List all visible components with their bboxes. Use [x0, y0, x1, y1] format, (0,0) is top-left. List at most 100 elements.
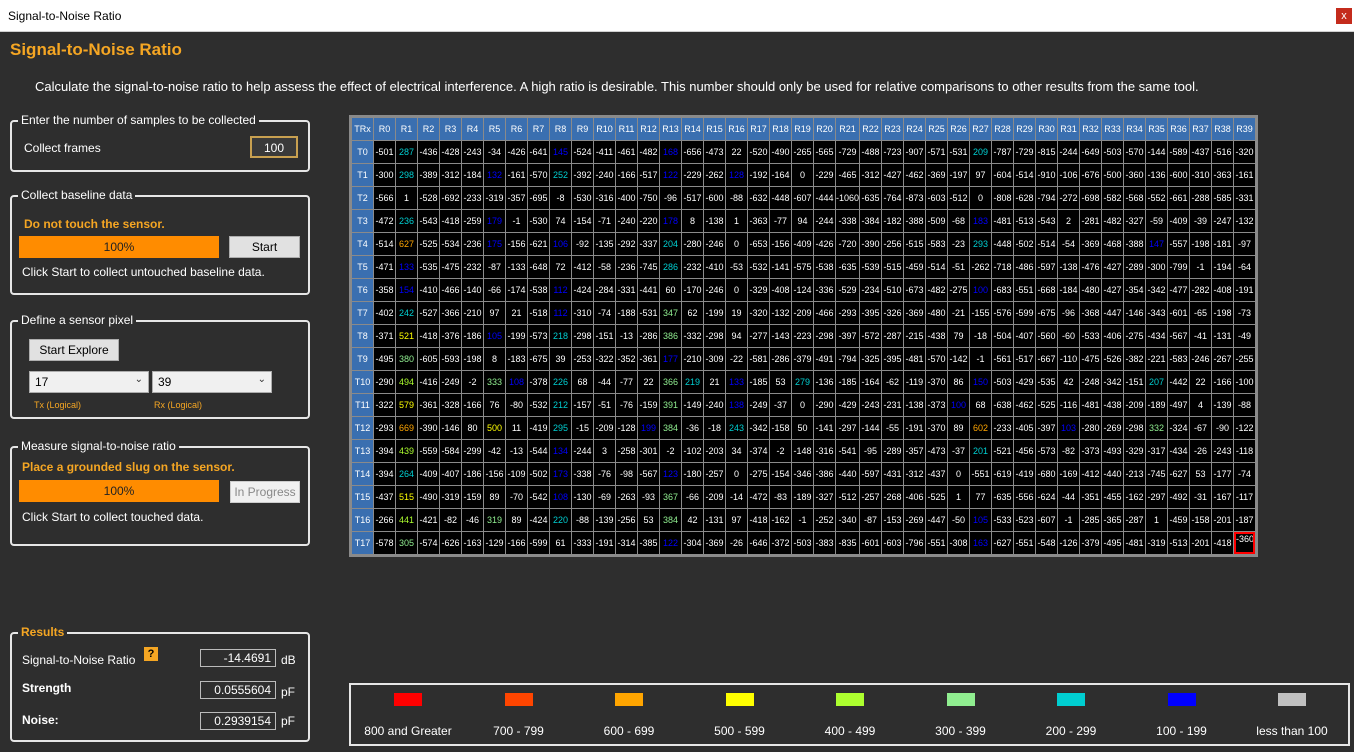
grid-cell[interactable]: -517 [638, 164, 659, 186]
grid-cell[interactable]: -542 [528, 486, 549, 508]
grid-cell[interactable]: -667 [1036, 348, 1058, 370]
collect-frames-input[interactable]: 100 [250, 136, 298, 158]
grid-cell[interactable]: 106 [550, 233, 571, 255]
grid-cell[interactable]: 264 [396, 463, 417, 485]
grid-cell[interactable]: -314 [616, 532, 637, 554]
grid-cell[interactable]: -220 [638, 210, 659, 232]
grid-cell[interactable]: 4 [1190, 394, 1212, 416]
grid-cell[interactable]: -96 [1058, 302, 1080, 324]
grid-cell[interactable]: -156 [506, 233, 527, 255]
grid-cell[interactable]: -297 [1146, 486, 1168, 508]
grid-cell[interactable]: 60 [660, 279, 681, 301]
grid-cell[interactable]: -584 [440, 440, 461, 462]
grid-cell[interactable]: -400 [616, 187, 637, 209]
grid-cell[interactable]: 122 [660, 164, 681, 186]
grid-cell[interactable]: -490 [418, 486, 439, 508]
grid-cell[interactable]: 252 [550, 164, 571, 186]
grid-cell[interactable]: -49 [1234, 325, 1256, 347]
grid-cell[interactable]: -407 [440, 463, 461, 485]
grid-cell[interactable]: -117 [1234, 486, 1256, 508]
grid-cell[interactable]: -574 [418, 532, 439, 554]
grid-cell[interactable]: 219 [682, 371, 703, 393]
grid-cell[interactable]: -148 [792, 440, 813, 462]
grid-cell[interactable]: -133 [506, 256, 527, 278]
grid-cell[interactable]: -441 [638, 279, 659, 301]
grid-cell[interactable]: 97 [970, 164, 992, 186]
grid-cell[interactable]: -257 [704, 463, 725, 485]
grid-cell[interactable]: -240 [594, 164, 615, 186]
grid-cell[interactable]: -530 [572, 187, 593, 209]
grid-cell[interactable]: 42 [1058, 371, 1080, 393]
grid-cell[interactable]: -316 [594, 187, 615, 209]
grid-cell[interactable]: -156 [484, 463, 505, 485]
grid-cell[interactable]: -675 [528, 348, 549, 370]
grid-cell[interactable]: 128 [726, 164, 747, 186]
grid-cell[interactable]: -275 [748, 463, 769, 485]
grid-cell[interactable]: -382 [1124, 348, 1146, 370]
grid-cell[interactable]: -286 [770, 348, 791, 370]
grid-cell[interactable]: 147 [1146, 233, 1168, 255]
grid-cell[interactable]: -406 [904, 486, 926, 508]
grid-cell[interactable]: -151 [1124, 371, 1146, 393]
grid-cell[interactable]: -497 [1168, 394, 1190, 416]
grid-cell[interactable]: -397 [836, 325, 860, 347]
grid-cell[interactable]: -1 [970, 348, 992, 370]
grid-cell[interactable]: -541 [836, 440, 860, 462]
grid-cell[interactable]: -203 [704, 440, 725, 462]
grid-cell[interactable]: 34 [726, 440, 747, 462]
grid-cell[interactable]: -277 [748, 325, 769, 347]
grid-cell[interactable]: -447 [926, 509, 948, 531]
grid-cell[interactable]: 521 [396, 325, 417, 347]
grid-cell[interactable]: -55 [882, 417, 904, 439]
grid-cell[interactable]: -174 [506, 279, 527, 301]
grid-cell[interactable]: 105 [484, 325, 505, 347]
grid-cell[interactable]: -560 [1036, 325, 1058, 347]
grid-cell[interactable]: -109 [506, 463, 527, 485]
grid-cell[interactable]: -144 [1146, 141, 1168, 163]
grid-cell[interactable]: -18 [704, 417, 725, 439]
grid-cell[interactable]: -421 [418, 509, 439, 531]
grid-cell[interactable]: 138 [726, 394, 747, 416]
grid-cell[interactable]: -551 [970, 463, 992, 485]
grid-cell[interactable]: -524 [572, 141, 593, 163]
grid-cell[interactable]: -605 [418, 348, 439, 370]
grid-cell[interactable]: -406 [1102, 325, 1124, 347]
grid-cell[interactable]: -231 [882, 394, 904, 416]
grid-cell[interactable]: -394 [374, 440, 395, 462]
grid-cell[interactable]: 183 [970, 210, 992, 232]
grid-cell[interactable]: -159 [638, 394, 659, 416]
grid-cell[interactable]: -370 [926, 417, 948, 439]
grid-cell[interactable]: -304 [682, 532, 703, 554]
grid-cell[interactable]: -638 [992, 394, 1014, 416]
grid-cell[interactable]: -119 [904, 371, 926, 393]
grid-cell[interactable]: -675 [1036, 302, 1058, 324]
grid-cell[interactable]: 293 [970, 233, 992, 255]
grid-cell[interactable]: -62 [882, 371, 904, 393]
grid-cell[interactable]: -532 [748, 256, 769, 278]
grid-cell[interactable]: -363 [1212, 164, 1234, 186]
grid-cell[interactable]: -418 [1212, 532, 1234, 554]
grid-cell[interactable]: -394 [374, 463, 395, 485]
grid-cell[interactable]: 79 [948, 325, 970, 347]
grid-cell[interactable]: -184 [1058, 279, 1080, 301]
grid-cell[interactable]: -397 [1036, 417, 1058, 439]
grid-cell[interactable]: -162 [1124, 486, 1146, 508]
grid-cell[interactable]: -535 [1036, 371, 1058, 393]
grid-cell[interactable]: 380 [396, 348, 417, 370]
grid-cell[interactable]: -110 [1058, 348, 1080, 370]
grid-cell[interactable]: -95 [860, 440, 882, 462]
grid-cell[interactable]: -373 [1080, 440, 1102, 462]
grid-cell[interactable]: -502 [528, 463, 549, 485]
grid-cell[interactable]: -481 [992, 210, 1014, 232]
grid-cell[interactable]: -155 [970, 302, 992, 324]
grid-cell[interactable]: 3 [594, 440, 615, 462]
grid-cell[interactable]: -74 [594, 302, 615, 324]
grid-cell[interactable]: -53 [726, 256, 747, 278]
grid-cell[interactable]: -300 [374, 164, 395, 186]
grid-cell[interactable]: -166 [616, 164, 637, 186]
grid-cell[interactable]: -419 [528, 417, 549, 439]
grid-cell[interactable]: -15 [572, 417, 593, 439]
grid-cell[interactable]: -418 [748, 509, 769, 531]
grid-cell[interactable]: -409 [418, 463, 439, 485]
grid-cell[interactable]: -567 [1168, 325, 1190, 347]
